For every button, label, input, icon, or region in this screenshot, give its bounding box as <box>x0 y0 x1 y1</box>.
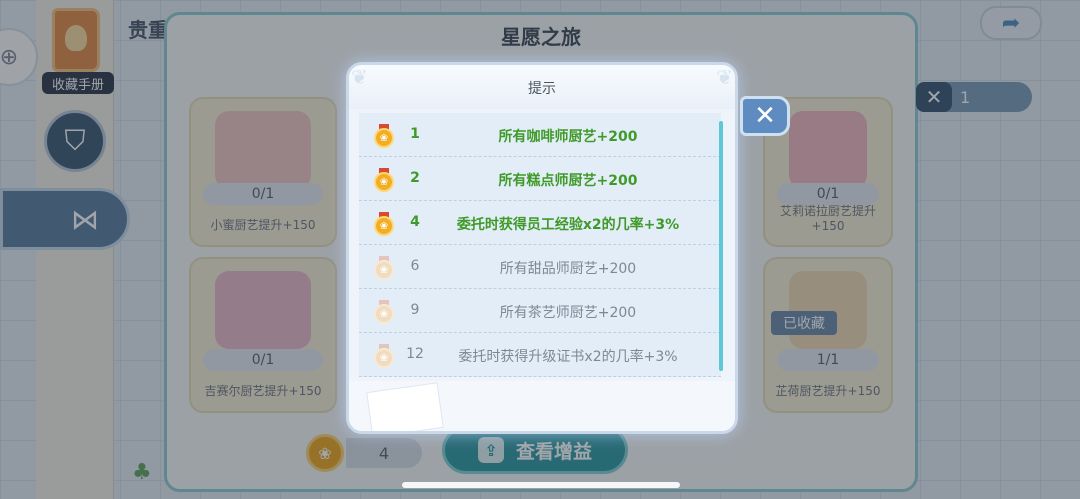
bonus-description: 所有糕点师厨艺+200 <box>498 173 638 189</box>
bonus-description: 所有甜品师厨艺+200 <box>499 261 637 277</box>
close-button[interactable]: ✕ <box>740 96 790 136</box>
list-item: ❀ 9 所有茶艺师厨艺+200 <box>359 289 721 333</box>
level-number: 2 <box>410 170 420 186</box>
medal-icon: ❀ <box>373 300 395 324</box>
tip-dialog: ❦ ❦ 提示 ❀ 1 所有咖啡师厨艺+200 ❀ 2 所有糕点师厨艺+200 ❀… <box>346 62 738 434</box>
scrollbar[interactable] <box>719 121 723 371</box>
level-number: 9 <box>410 302 420 318</box>
level-number: 1 <box>410 126 420 142</box>
medal-icon: ❀ <box>373 124 395 148</box>
list-item: ❀ 1 所有咖啡师厨艺+200 <box>359 113 721 157</box>
list-item: ❀ 2 所有糕点师厨艺+200 <box>359 157 721 201</box>
bonus-description: 所有茶艺师厨艺+200 <box>499 305 637 321</box>
level-number: 4 <box>410 214 420 230</box>
dialog-title: 提示 <box>528 81 556 97</box>
home-indicator[interactable] <box>402 482 680 488</box>
level-number: 12 <box>406 346 424 362</box>
medal-icon: ❀ <box>373 256 395 280</box>
list-item: ❀ 6 所有甜品师厨艺+200 <box>359 245 721 289</box>
bonus-description: 委托时获得升级证书x2的几率+3% <box>458 349 678 365</box>
bonus-description: 委托时获得员工经验x2的几率+3% <box>456 217 680 233</box>
dialog-header: ❦ ❦ 提示 <box>349 65 735 109</box>
list-item: ❀ 12 委托时获得升级证书x2的几率+3% <box>359 333 721 377</box>
close-icon: ✕ <box>754 101 776 131</box>
bonus-list[interactable]: ❀ 1 所有咖啡师厨艺+200 ❀ 2 所有糕点师厨艺+200 ❀ 4 委托时获… <box>359 113 721 377</box>
bonus-description: 所有咖啡师厨艺+200 <box>498 129 638 145</box>
paper-sheet-decoration <box>366 382 444 431</box>
medal-icon: ❀ <box>373 212 395 236</box>
medal-icon: ❀ <box>373 344 395 368</box>
level-number: 6 <box>410 258 420 274</box>
medal-icon: ❀ <box>373 168 395 192</box>
list-item: ❀ 4 委托时获得员工经验x2的几率+3% <box>359 201 721 245</box>
